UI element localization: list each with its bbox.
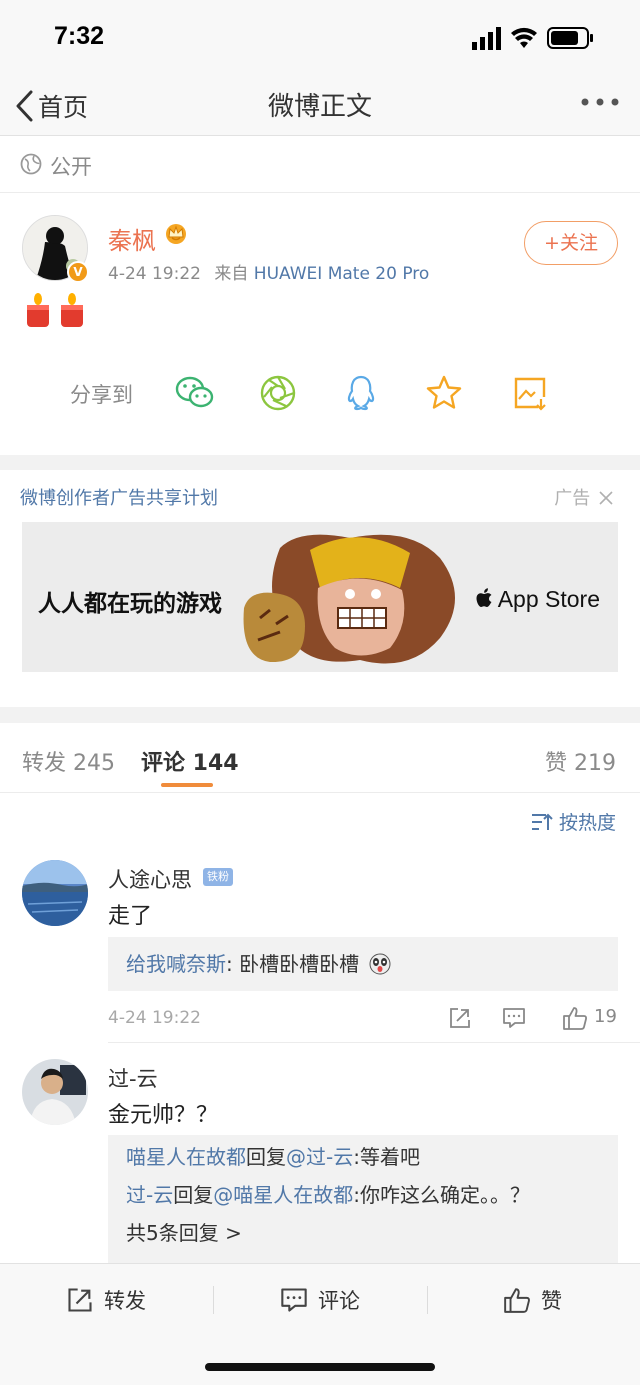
apple-icon	[476, 588, 492, 607]
app-store-label: App Store	[475, 586, 600, 613]
fan-badge: 铁粉	[203, 868, 233, 886]
ad-title[interactable]: 微博创作者广告共享计划	[20, 484, 218, 510]
app-store-text: App Store	[497, 586, 600, 612]
comment-time: 4-24 19:22	[108, 1008, 201, 1028]
game-character-image	[243, 534, 455, 664]
divider	[213, 1286, 214, 1314]
moments-icon[interactable]	[258, 373, 298, 413]
divider	[427, 1286, 428, 1314]
ad-banner[interactable]: 人人都在玩的游戏 App Store	[22, 522, 618, 672]
sort-row: 按热度	[0, 794, 640, 844]
reply-mid: 回复	[173, 1183, 214, 1207]
post-date: 4-24 19:22	[108, 264, 201, 284]
reply-user[interactable]: 喵星人在故都	[126, 1145, 246, 1169]
sort-label: 按热度	[558, 812, 616, 834]
share-row: 分享到	[0, 371, 640, 417]
tab-repost[interactable]: 转发 245	[22, 745, 115, 777]
post-card: V 秦枫 4-24 19:22 来自 HUAWEI Mate 20 Pro +关…	[0, 193, 640, 455]
post-tabs: 转发 245 评论 144 赞 219	[0, 723, 640, 793]
reply-mid: 回复	[246, 1145, 286, 1169]
section-gap	[0, 455, 640, 470]
like-icon	[504, 1288, 530, 1313]
visibility-label: 公开	[50, 155, 92, 179]
reply-text: :你咋这么确定。。？	[353, 1183, 530, 1207]
qq-icon[interactable]	[341, 373, 381, 413]
reply-box[interactable]: 给我喊奈斯: 卧槽卧槽卧槽	[108, 937, 618, 991]
comment-text: 走了	[108, 904, 153, 929]
battery-icon	[547, 27, 593, 49]
verified-badge: V	[67, 261, 89, 283]
comment-label: 评论	[318, 1289, 360, 1313]
favorite-star-icon[interactable]	[424, 373, 464, 413]
reply-user[interactable]: 过-云	[126, 1183, 173, 1207]
post-device[interactable]: HUAWEI Mate 20 Pro	[254, 264, 430, 284]
reply-line: 喵星人在故都回复@过-云:等着吧	[126, 1138, 600, 1176]
globe-icon	[20, 153, 42, 175]
reply-target[interactable]: @过-云	[286, 1145, 353, 1169]
wechat-icon[interactable]	[175, 373, 215, 413]
save-image-icon[interactable]	[510, 373, 550, 413]
active-tab-indicator	[161, 783, 213, 787]
page-title: 微博正文	[267, 92, 372, 122]
home-indicator	[205, 1363, 435, 1371]
commenter-name[interactable]: 人途心思	[108, 864, 192, 894]
portrait-image	[22, 1059, 88, 1125]
candle-emoji	[27, 293, 83, 327]
wifi-icon	[511, 27, 537, 48]
nav-bar: 首页 微博正文	[0, 76, 640, 136]
ad-block: 微博创作者广告共享计划 广告 人人都在玩的游戏 App Store	[0, 470, 640, 707]
repost-icon[interactable]	[448, 1006, 472, 1030]
author-name[interactable]: 秦枫	[108, 221, 156, 256]
like-label: 赞	[541, 1289, 562, 1313]
sort-icon	[531, 813, 553, 830]
ad-tag[interactable]: 广告	[554, 484, 614, 510]
like-icon[interactable]	[562, 1005, 588, 1031]
share-label: 分享到	[70, 383, 133, 407]
tab-comments[interactable]: 评论 144	[141, 745, 239, 777]
reply-box[interactable]: 喵星人在故都回复@过-云:等着吧 过-云回复@喵星人在故都:你咋这么确定。。？ …	[108, 1135, 618, 1263]
ad-banner-text: 人人都在玩的游戏	[38, 591, 222, 617]
status-bar: 7:32	[0, 0, 640, 76]
reply-text: : 卧槽卧槽卧槽	[226, 952, 360, 976]
reply-line: 过-云回复@喵星人在故都:你咋这么确定。。？	[126, 1176, 600, 1214]
lake-image	[22, 860, 88, 926]
close-icon[interactable]	[598, 490, 614, 506]
commenter-avatar[interactable]	[22, 1059, 88, 1125]
comment-actions: 19	[448, 1004, 618, 1034]
status-time: 7:32	[54, 22, 105, 50]
like-button[interactable]: 赞	[503, 1282, 562, 1318]
reply-text: :等着吧	[353, 1145, 420, 1169]
comment-item: 人途心思 铁粉 走了 给我喊奈斯: 卧槽卧槽卧槽 4-24 19:22 19	[0, 844, 640, 1043]
repost-button[interactable]: 转发	[66, 1282, 146, 1318]
comment-icon[interactable]	[502, 1006, 526, 1030]
sort-button[interactable]: 按热度	[531, 808, 616, 835]
repost-icon	[68, 1288, 92, 1312]
reply-user[interactable]: 给我喊奈斯	[126, 952, 226, 976]
comment-icon	[281, 1288, 307, 1312]
source-prefix: 来自	[214, 264, 249, 284]
more-icon[interactable]	[580, 96, 620, 108]
panda-emoji-icon	[369, 953, 391, 975]
tab-likes[interactable]: 赞 219	[545, 745, 616, 777]
signal-icon	[472, 27, 501, 50]
commenter-name[interactable]: 过-云	[108, 1063, 158, 1093]
follow-button[interactable]: +关注	[524, 221, 618, 265]
like-count: 19	[594, 1006, 617, 1027]
repost-label: 转发	[104, 1289, 146, 1313]
reply-line: 给我喊奈斯: 卧槽卧槽卧槽	[126, 945, 600, 983]
more-replies-link[interactable]: 共5条回复 >	[126, 1214, 600, 1252]
section-gap	[0, 707, 640, 723]
status-icons	[472, 27, 593, 50]
post-meta: 4-24 19:22 来自 HUAWEI Mate 20 Pro	[108, 259, 429, 284]
comment-button[interactable]: 评论	[280, 1282, 360, 1318]
reply-target[interactable]: @喵星人在故都	[213, 1183, 353, 1207]
visibility-row: 公开	[0, 137, 640, 193]
crown-icon	[166, 224, 186, 244]
ad-tag-label: 广告	[554, 488, 591, 509]
comment-text: 金元帅？？	[108, 1103, 219, 1128]
commenter-avatar[interactable]	[22, 860, 88, 926]
comment-item: 过-云 金元帅？？ 喵星人在故都回复@过-云:等着吧 过-云回复@喵星人在故都:…	[0, 1043, 640, 1263]
